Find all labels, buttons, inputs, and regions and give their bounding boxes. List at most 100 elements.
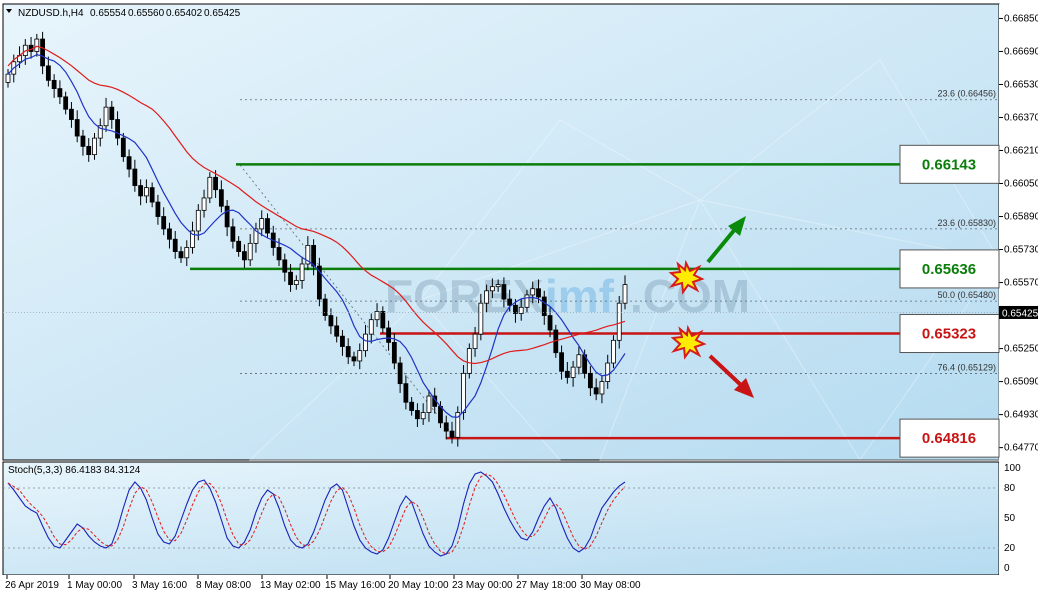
candle-bullish [576, 354, 582, 368]
ohlc-close: 0.65425 [204, 8, 241, 19]
candle-bearish [86, 145, 92, 156]
price-tick-label: 0.66850 [1004, 13, 1038, 24]
candle-bearish [213, 176, 218, 191]
price-tick-label: 0.65570 [1004, 278, 1038, 289]
candle-bearish [564, 370, 570, 378]
candle-bullish [466, 348, 472, 374]
candle-bearish [224, 205, 230, 228]
candle-bearish [345, 346, 351, 358]
price-tick-label: 0.65730 [1004, 245, 1038, 256]
symbol-header: NZDUSD.h,H4 [18, 8, 84, 19]
fib-label: 76.4 (0.65129) [937, 363, 996, 373]
time-tick-label: 15 May 16:00 [325, 580, 386, 591]
price-tick-label: 0.64930 [1004, 410, 1038, 421]
candle-bearish [340, 335, 345, 347]
candle-bearish [126, 156, 132, 170]
candle-bearish [40, 38, 45, 67]
watermark-forex: FOREX [385, 270, 544, 322]
candle-bearish [380, 311, 386, 329]
candle-bearish [45, 65, 51, 81]
stoch-tick-label: 0 [1004, 563, 1010, 574]
price-tick-label: 0.66530 [1004, 79, 1038, 90]
candle-bullish [357, 350, 363, 362]
stoch-header: Stoch(5,3,3) 86.4183 84.3124 [8, 465, 141, 476]
fib-label: 23.6 (0.65830) [937, 218, 996, 228]
candle-bullish [420, 412, 426, 420]
candle-bullish [293, 280, 299, 286]
candle-bullish [426, 395, 432, 413]
time-tick-label: 3 May 16:00 [132, 580, 187, 591]
ohlc-high: 0.65560 [128, 8, 165, 19]
candle-bullish [489, 286, 495, 292]
price-tick-label: 0.64770 [1004, 443, 1038, 454]
candle-bearish [334, 325, 340, 337]
candle-bearish [155, 201, 161, 217]
candle-bearish [115, 119, 120, 139]
candle-bearish [230, 226, 236, 242]
candle-bearish [386, 327, 391, 343]
candle-bearish [449, 430, 455, 438]
candle-bearish [69, 108, 74, 120]
candle-bearish [218, 189, 224, 207]
candle-bullish [259, 218, 265, 230]
candle-bearish [593, 387, 599, 395]
candle-bearish [276, 247, 282, 261]
candle-bullish [570, 366, 576, 378]
candle-bearish [311, 245, 317, 267]
candle-bullish [201, 197, 207, 211]
candle-bearish [80, 135, 86, 147]
candle-bullish [207, 176, 213, 199]
candle-bullish [461, 372, 466, 413]
candle-bullish [530, 288, 536, 296]
price-tick-label: 0.65090 [1004, 377, 1038, 388]
candle-bearish [536, 288, 541, 298]
level-box-label: 0.66143 [922, 156, 976, 173]
chart-canvas: FOREX imf .COM NZDUSD.h,H4 0.65554 0.655… [0, 3, 1038, 598]
candle-bearish [57, 88, 63, 98]
ohlc-low: 0.65402 [166, 8, 203, 19]
candle-bearish [403, 383, 409, 403]
candle-bullish [611, 339, 616, 364]
candle-bullish [368, 319, 374, 335]
time-tick-label: 13 May 02:00 [260, 580, 321, 591]
candle-bearish [120, 137, 126, 158]
candle-bullish [363, 333, 368, 352]
candle-bearish [501, 284, 507, 300]
candle-bullish [616, 302, 622, 341]
candle-bullish [247, 242, 253, 261]
candle-bearish [74, 119, 80, 137]
candle-bullish [495, 284, 501, 288]
time-tick-label: 8 May 08:00 [196, 580, 251, 591]
candle-bullish [195, 209, 201, 232]
time-tick-label: 30 May 08:00 [580, 580, 641, 591]
candle-bearish [51, 79, 57, 89]
stoch-tick-label: 50 [1004, 513, 1016, 524]
candle-bullish [184, 247, 190, 259]
candle-bearish [167, 228, 172, 240]
candle-bearish [161, 216, 167, 230]
current-price-label: 0.65425 [1002, 308, 1038, 319]
candle-bearish [397, 362, 403, 385]
candle-bearish [588, 372, 593, 389]
candle-bearish [288, 271, 293, 286]
candle-bearish [409, 401, 415, 411]
time-tick-label: 1 May 00:00 [67, 580, 122, 591]
candle-bearish [149, 187, 155, 203]
candle-bullish [472, 333, 478, 349]
candle-bearish [132, 168, 138, 186]
price-tick-label: 0.66050 [1004, 179, 1038, 190]
price-tick-label: 0.66690 [1004, 46, 1038, 57]
trading-chart: FOREX imf .COM NZDUSD.h,H4 0.65554 0.655… [0, 0, 1038, 598]
price-tick-label: 0.65250 [1004, 344, 1038, 355]
time-tick-label: 26 Apr 2019 [5, 580, 59, 591]
fib-label: 50.0 (0.65480) [937, 290, 996, 300]
candle-bearish [322, 298, 328, 316]
candle-bearish [541, 296, 547, 316]
level-box-label: 0.64816 [922, 430, 976, 447]
candle-bearish [415, 410, 420, 420]
candle-bullish [478, 302, 484, 335]
price-tick-label: 0.65890 [1004, 212, 1038, 223]
candle-bullish [524, 294, 530, 308]
price-tick-label: 0.66370 [1004, 112, 1038, 123]
candle-bearish [282, 259, 288, 273]
